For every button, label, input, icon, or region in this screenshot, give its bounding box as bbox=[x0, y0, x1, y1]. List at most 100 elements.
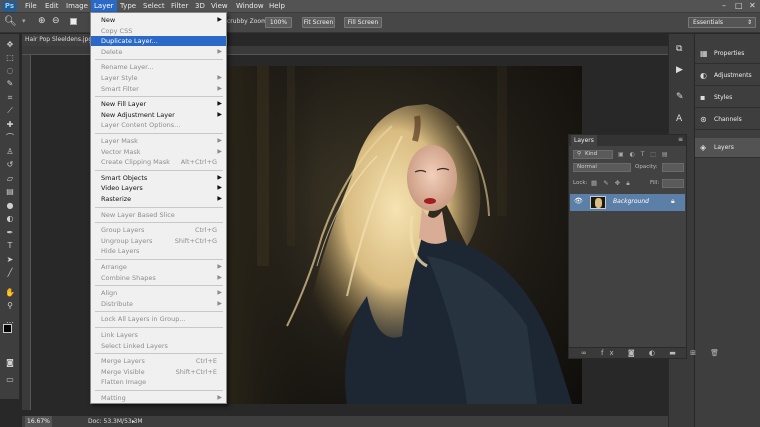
menu-item-hide-layers[interactable]: Hide Layers bbox=[91, 246, 226, 256]
menu-item-group-layers[interactable]: Group Layers Ctrl+G bbox=[91, 225, 226, 235]
layers-tab[interactable]: Layers bbox=[571, 135, 597, 146]
fill-field[interactable] bbox=[662, 179, 684, 188]
crop-tool-icon[interactable]: ⌗ bbox=[4, 92, 16, 103]
panel-properties[interactable]: ▦ Properties bbox=[695, 44, 760, 64]
canvas-image[interactable] bbox=[227, 66, 582, 404]
menu-item-create-clipping-mask[interactable]: Create Clipping Mask Alt+Ctrl+G bbox=[91, 157, 226, 167]
quick-select-tool-icon[interactable]: ✎ bbox=[4, 78, 16, 89]
foreground-color-swatch[interactable] bbox=[3, 324, 12, 333]
menu-item-merge-visible[interactable]: Merge Visible Shift+Ctrl+E bbox=[91, 367, 226, 377]
menu-item-layer-mask[interactable]: Layer Mask ▶ bbox=[91, 136, 226, 146]
eyedropper-tool-icon[interactable]: ⟋ bbox=[4, 105, 16, 116]
menu-item-new-adjustment-layer[interactable]: New Adjustment Layer ▶ bbox=[91, 110, 226, 120]
zoom-in-icon[interactable]: ⊕ bbox=[38, 16, 46, 26]
panel-styles[interactable]: ▪ Styles bbox=[695, 88, 760, 108]
menu-item-copy-css[interactable]: Copy CSS bbox=[91, 26, 226, 36]
pen-tool-icon[interactable]: ✒ bbox=[4, 227, 16, 238]
menu-item-smart-objects[interactable]: Smart Objects ▶ bbox=[91, 173, 226, 183]
hand-tool-icon[interactable]: ✋ bbox=[4, 287, 16, 298]
close-icon[interactable]: ✕ bbox=[749, 1, 756, 10]
eraser-tool-icon[interactable]: ▱ bbox=[4, 173, 16, 184]
character-panel-icon[interactable]: A bbox=[676, 114, 682, 124]
filter-type-icons[interactable]: ▣ ◐ T ⬚ ▤ bbox=[618, 151, 670, 158]
layer-action-icons[interactable]: ∞ fx ◙ ◐ ▬ ⊞ 🗑︎ bbox=[581, 349, 725, 357]
gradient-tool-icon[interactable]: ▤ bbox=[4, 186, 16, 197]
menu-item-select-linked-layers[interactable]: Select Linked Layers bbox=[91, 341, 226, 351]
menu-window[interactable]: Window bbox=[233, 0, 267, 13]
menu-separator bbox=[95, 259, 223, 260]
menu-item-vector-mask[interactable]: Vector Mask ▶ bbox=[91, 147, 226, 157]
screen-mode-icon[interactable]: ▭ bbox=[4, 374, 16, 385]
menu-help[interactable]: Help bbox=[266, 0, 288, 13]
actions-panel-icon[interactable]: ▶ bbox=[676, 65, 683, 75]
menu-item-new[interactable]: New ▶ bbox=[91, 15, 226, 25]
menu-item-rasterize[interactable]: Rasterize ▶ bbox=[91, 194, 226, 204]
opacity-field[interactable] bbox=[662, 163, 684, 172]
menu-item-ungroup-layers[interactable]: Ungroup Layers Shift+Ctrl+G bbox=[91, 236, 226, 246]
stamp-tool-icon[interactable]: ♙ bbox=[4, 146, 16, 157]
marquee-tool-icon[interactable]: ⬚ bbox=[4, 52, 16, 63]
zoom-out-icon[interactable]: ⊖ bbox=[52, 16, 60, 26]
menu-item-new-layer-based-slice[interactable]: New Layer Based Slice bbox=[91, 210, 226, 220]
menu-item-merge-layers[interactable]: Merge Layers Ctrl+E bbox=[91, 356, 226, 366]
path-select-tool-icon[interactable]: ➤ bbox=[4, 254, 16, 265]
document-tab[interactable]: Hair Pop Sleeldens.jpg bbox=[22, 34, 97, 46]
menu-separator bbox=[95, 169, 223, 171]
status-arrow-icon[interactable]: ▸ bbox=[132, 416, 135, 427]
panel-adjustments[interactable]: ◐ Adjustments bbox=[695, 66, 760, 86]
brush-tool-icon[interactable]: ⌒ bbox=[4, 132, 16, 143]
resize-windows-checkbox[interactable] bbox=[70, 18, 77, 25]
blur-tool-icon[interactable]: ● bbox=[4, 200, 16, 211]
type-tool-icon[interactable]: T bbox=[4, 240, 16, 251]
brush-panel-icon[interactable]: ✎ bbox=[676, 92, 684, 102]
menu-item-layer-content-options[interactable]: Layer Content Options... bbox=[91, 120, 226, 130]
fit-screen-button[interactable]: Fit Screen bbox=[302, 17, 335, 28]
visibility-eye-icon[interactable]: 👁︎ bbox=[574, 197, 583, 205]
menu-item-combine-shapes[interactable]: Combine Shapes ▶ bbox=[91, 273, 226, 283]
minimize-icon[interactable]: – bbox=[722, 1, 726, 10]
lock-icons[interactable]: ▦ ✎ ✥ 🔒︎ bbox=[591, 179, 632, 188]
layer-name[interactable]: Background bbox=[613, 198, 649, 205]
menu-item-smart-filter[interactable]: Smart Filter ▶ bbox=[91, 84, 226, 94]
menu-item-delete[interactable]: Delete ▶ bbox=[91, 47, 226, 57]
move-tool-icon[interactable]: ✥ bbox=[4, 39, 16, 50]
menu-item-label: Rename Layer... bbox=[101, 63, 154, 72]
history-brush-icon[interactable]: ↺ bbox=[4, 159, 16, 170]
zoom-100-button[interactable]: 100% bbox=[265, 17, 292, 28]
maximize-icon[interactable]: □ bbox=[735, 1, 743, 10]
healing-tool-icon[interactable]: ✚ bbox=[4, 119, 16, 130]
menu-file[interactable]: File bbox=[22, 0, 40, 13]
zoom-level[interactable]: 16.67% bbox=[25, 416, 52, 427]
panel-menu-icon[interactable]: ≡ bbox=[678, 136, 683, 143]
zoom-tool-sidebar-icon[interactable]: ⚲ bbox=[4, 300, 16, 311]
fill-screen-button[interactable]: Fill Screen bbox=[344, 17, 382, 28]
panel-channels[interactable]: ⊛ Channels bbox=[695, 110, 760, 130]
menu-item-layer-style[interactable]: Layer Style ▶ bbox=[91, 73, 226, 83]
history-panel-icon[interactable]: ⧉ bbox=[676, 44, 682, 54]
lasso-tool-icon[interactable]: ◌ bbox=[4, 65, 16, 76]
menu-item-rename-layer[interactable]: Rename Layer... bbox=[91, 62, 226, 72]
menu-item-duplicate-layer[interactable]: Duplicate Layer... bbox=[91, 36, 226, 47]
menu-edit[interactable]: Edit bbox=[42, 0, 62, 13]
menu-item-video-layers[interactable]: Video Layers ▶ bbox=[91, 183, 226, 193]
quick-mask-icon[interactable]: ◙ bbox=[4, 357, 16, 368]
shape-tool-icon[interactable]: ╱ bbox=[4, 267, 16, 278]
menu-item-align[interactable]: Align ▶ bbox=[91, 288, 226, 298]
menu-item-link-layers[interactable]: Link Layers bbox=[91, 330, 226, 340]
blend-mode-select[interactable]: Normal bbox=[573, 163, 631, 172]
layer-row-background[interactable]: 👁︎ Background 🔒︎ bbox=[570, 194, 685, 211]
layer-filter-select[interactable]: ⚲ Kind bbox=[573, 150, 613, 159]
workspace-select[interactable]: Essentials ⇕ bbox=[688, 17, 756, 28]
panel-layers[interactable]: ◈ Layers bbox=[695, 138, 760, 158]
menu-item-flatten-image[interactable]: Flatten Image bbox=[91, 377, 226, 387]
dodge-tool-icon[interactable]: ◐ bbox=[4, 213, 16, 224]
zoom-tool-icon[interactable]: 🔍︎ bbox=[4, 16, 17, 27]
menu-item-lock-all-layers-in-group[interactable]: Lock All Layers in Group... bbox=[91, 314, 226, 324]
menu-item-new-fill-layer[interactable]: New Fill Layer ▶ bbox=[91, 99, 226, 109]
menu-item-arrange[interactable]: Arrange ▶ bbox=[91, 262, 226, 272]
chevron-down-icon[interactable]: ▾ bbox=[22, 17, 26, 25]
menu-image[interactable]: Image bbox=[63, 0, 91, 13]
menu-item-matting[interactable]: Matting ▶ bbox=[91, 393, 226, 403]
layer-lock-icon: 🔒︎ bbox=[671, 197, 675, 205]
menu-item-distribute[interactable]: Distribute ▶ bbox=[91, 299, 226, 309]
